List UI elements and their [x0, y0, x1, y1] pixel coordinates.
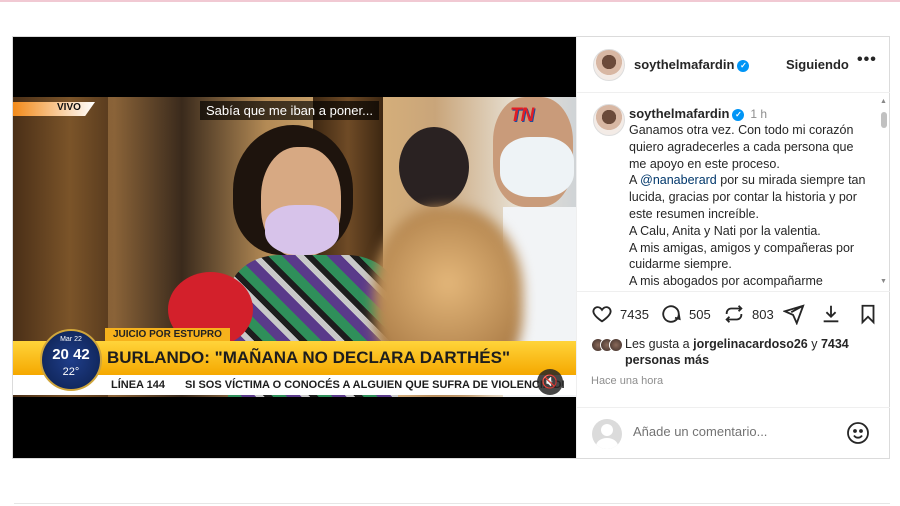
likes-count: 7435 [620, 306, 649, 322]
header-username[interactable]: soythelmafardin ✓ [634, 57, 750, 72]
bookmark-icon [861, 304, 875, 325]
post-sidebar: soythelmafardin ✓ Siguiendo ••• soythelma… [576, 37, 890, 458]
ticker-text: SI SOS VÍCTIMA O CONOCÉS A ALGUIEN QUE S… [185, 379, 565, 391]
caption-line: A Calu, Anita y Nati por la valentia. [629, 223, 821, 238]
caption-text: Ganamos otra vez. Con todo mi corazón qu… [629, 122, 869, 290]
caption-line: A mis amigas, amigos y compañeras por cu… [629, 240, 855, 272]
verified-icon: ✓ [732, 109, 745, 121]
reposts-count: 803 [752, 306, 774, 322]
emoji-icon[interactable] [846, 421, 870, 445]
likes-summary: Les gusta a jorgelinacardoso26 y 7434 pe… [591, 334, 881, 368]
headline-text: BURLANDO: "MAÑANA NO DECLARA DARTHÉS" [107, 348, 511, 367]
scroll-up-icon[interactable]: ▲ [880, 98, 887, 105]
more-options-icon[interactable]: ••• [857, 51, 877, 69]
comment-button[interactable]: 505 [660, 302, 711, 326]
like-button[interactable]: 7435 [591, 302, 649, 326]
following-button[interactable]: Siguiendo [786, 57, 849, 72]
liker-avatar [609, 338, 623, 352]
verified-icon: ✓ [737, 60, 750, 72]
repost-icon [725, 305, 743, 323]
clock-temp: 22° [62, 366, 80, 378]
liker-username[interactable]: jorgelinacardoso26 [693, 337, 808, 351]
caption-username[interactable]: soythelmafardin ✓ 1 h [629, 106, 767, 121]
lower-third-tag: JUICIO POR ESTUPRO [105, 328, 230, 342]
caption-username-text[interactable]: soythelmafardin [629, 106, 729, 121]
mention-link[interactable]: @nanaberard [640, 173, 717, 187]
woman-mask [265, 205, 339, 255]
bottom-divider [14, 503, 890, 504]
caption-line: A @nanaberard por su mirada siempre tan … [629, 172, 869, 222]
send-icon [783, 304, 805, 325]
news-ticker: LÍNEA 144 SI SOS VÍCTIMA O CONOCÉS A ALG… [13, 375, 576, 395]
instagram-post-embed: VIVO Sabía que me iban a poner... TN JUI… [12, 36, 890, 459]
user-avatar-icon [592, 419, 622, 449]
mute-icon[interactable]: 🔇 [537, 369, 563, 395]
caption-prefix: A [629, 173, 641, 188]
ticker-label: LÍNEA 144 [111, 379, 166, 391]
caption-avatar[interactable] [593, 104, 625, 136]
caption-area[interactable]: soythelmafardin ✓ 1 h Ganamos otra vez. Co… [577, 94, 890, 290]
likes-mid: y [807, 337, 821, 351]
action-bar: 7435 505 803 [577, 291, 890, 335]
scroll-down-icon[interactable]: ▼ [880, 278, 887, 285]
comments-count: 505 [689, 306, 711, 322]
heart-icon [592, 306, 612, 323]
likes-text[interactable]: Les gusta a jorgelinacardoso26 y 7434 pe… [625, 336, 875, 368]
share-button[interactable] [783, 302, 812, 326]
clock-time: 20 42 [52, 346, 90, 363]
likes-prefix: Les gusta a [625, 337, 694, 351]
post-header: soythelmafardin ✓ Siguiendo ••• [577, 37, 890, 93]
scroll-thumb[interactable] [881, 112, 887, 128]
post-media[interactable]: VIVO Sabía que me iban a poner... TN JUI… [13, 37, 576, 458]
post-timestamp: Hace una hora [591, 375, 664, 387]
comment-input[interactable] [633, 424, 833, 439]
repost-button[interactable]: 803 [723, 302, 774, 326]
top-divider [0, 0, 900, 2]
channel-logo: TN [510, 105, 534, 126]
caption-line: A mis abogados por acompañarme [629, 274, 823, 289]
clock-day: Mar 22 [60, 336, 82, 343]
download-button[interactable] [820, 302, 849, 326]
video-subtitle: Sabía que me iban a poner... [200, 101, 379, 120]
avatar[interactable] [593, 49, 625, 81]
header-username-text[interactable]: soythelmafardin [634, 57, 734, 72]
background-person [399, 127, 469, 207]
download-icon [823, 305, 839, 323]
live-label: VIVO [57, 102, 81, 113]
caption-line: Ganamos otra vez. Con todo mi corazón qu… [629, 123, 854, 171]
man-mask [500, 137, 574, 197]
comment-bar [577, 407, 890, 458]
live-tag: VIVO [13, 102, 95, 116]
save-button[interactable] [857, 302, 886, 326]
caption-scrollbar[interactable]: ▲ ▼ [880, 98, 888, 288]
caption-time: 1 h [750, 107, 768, 121]
clock-badge: Mar 22 20 42 22° [40, 329, 102, 391]
comment-icon [662, 305, 681, 323]
